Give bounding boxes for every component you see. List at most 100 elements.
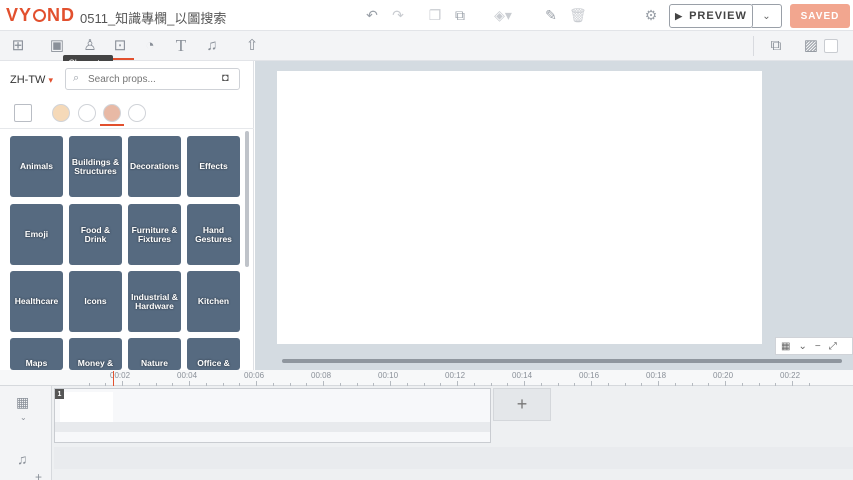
ruler-tick: [306, 383, 308, 386]
text-icon[interactable]: T: [172, 37, 190, 55]
preview-button[interactable]: ▶ PREVIEW: [669, 4, 753, 28]
copy-icon[interactable]: ❐: [427, 7, 443, 23]
category-furniture[interactable]: Furniture & Fixtures: [128, 204, 181, 265]
ruler-tick: [641, 383, 643, 386]
category-emoji[interactable]: Emoji: [10, 204, 63, 265]
scene-icon[interactable]: ⊞: [9, 37, 27, 55]
ruler-tick: [775, 383, 777, 386]
fit-icon[interactable]: ⤢: [829, 341, 837, 352]
time-tick-label: 00:12: [445, 371, 466, 380]
ruler-tick: [758, 383, 760, 386]
language-select[interactable]: ZH-TW ▾: [10, 74, 53, 86]
scene-clip[interactable]: [54, 388, 491, 443]
project-title[interactable]: 0511_知識專欄_以圖搜索: [80, 8, 226, 27]
layers-icon[interactable]: ◈▾: [490, 7, 516, 23]
scene-canvas[interactable]: [277, 71, 762, 344]
paste-icon[interactable]: ⧉: [452, 7, 468, 23]
category-maps[interactable]: Maps: [10, 338, 63, 370]
style-business-icon[interactable]: [103, 104, 121, 122]
playhead[interactable]: [113, 371, 114, 386]
image-icon[interactable]: ▨: [802, 37, 820, 55]
ruler-tick: [105, 383, 107, 386]
ruler-tick: [239, 383, 241, 386]
language-label: ZH-TW: [10, 74, 46, 86]
grid-icon[interactable]: ▦: [781, 341, 790, 352]
template-icon[interactable]: ▣: [48, 37, 66, 55]
upload-icon[interactable]: ⇧: [243, 37, 261, 55]
time-tick-label: 00:22: [780, 371, 801, 380]
ruler-tick: [423, 383, 425, 386]
settings-icon[interactable]: ⚙: [643, 7, 659, 23]
time-tick-label: 00:20: [713, 371, 734, 380]
saved-button[interactable]: SAVED: [790, 4, 850, 28]
category-hand-gestures[interactable]: Hand Gestures: [187, 204, 240, 265]
style-contemporary-icon[interactable]: [52, 104, 70, 122]
time-tick-label: 00:18: [646, 371, 667, 380]
undo-icon[interactable]: ↶: [364, 7, 380, 23]
category-office[interactable]: Office &: [187, 338, 240, 370]
search-input[interactable]: [88, 74, 218, 85]
scene-thumbnail: [60, 392, 113, 422]
chevron-down-icon: ▾: [48, 75, 53, 85]
add-track-icon[interactable]: +: [35, 470, 42, 480]
category-buildings[interactable]: Buildings & Structures: [69, 136, 122, 197]
ruler-tick: [155, 383, 157, 386]
ruler-tick: [691, 383, 693, 386]
ruler-tick: [708, 383, 710, 386]
charts-icon[interactable]: ◔: [141, 37, 159, 55]
stage-scrollbar[interactable]: [282, 359, 842, 363]
camera-icon[interactable]: ◘: [222, 72, 229, 84]
category-nature[interactable]: Nature: [128, 338, 181, 370]
layout-icon[interactable]: ⧉: [767, 37, 785, 55]
category-healthcare[interactable]: Healthcare: [10, 271, 63, 332]
chevron-down-icon[interactable]: ⌄: [20, 413, 27, 422]
audio-icon[interactable]: ♫: [203, 37, 221, 55]
ruler-tick: [356, 383, 358, 386]
ruler-tick: [222, 383, 224, 386]
category-money[interactable]: Money &: [69, 338, 122, 370]
ruler-tick: [406, 383, 408, 386]
style-whiteboard-icon[interactable]: [78, 104, 96, 122]
search-icon: ⌕: [73, 72, 80, 84]
category-icons[interactable]: Icons: [69, 271, 122, 332]
style-outline-icon[interactable]: [128, 104, 146, 122]
redo-icon[interactable]: ↷: [390, 7, 406, 23]
props-icon[interactable]: ⊡: [111, 37, 129, 55]
category-industrial[interactable]: Industrial & Hardware: [128, 271, 181, 332]
zoom-controls[interactable]: ▦ ⌄ − ⤢: [775, 337, 853, 355]
scene-number: 1: [55, 389, 64, 399]
category-food-drink[interactable]: Food & Drink: [69, 204, 122, 265]
category-decorations[interactable]: Decorations: [128, 136, 181, 197]
zoom-out-icon[interactable]: −: [815, 341, 821, 352]
panel-scrollbar[interactable]: [245, 131, 249, 267]
add-scene-button[interactable]: +: [493, 388, 551, 421]
ruler-tick: [540, 383, 542, 386]
character-icon[interactable]: ♙: [81, 37, 99, 55]
chevron-down-icon: ⌄: [762, 10, 771, 22]
ruler-tick: [189, 381, 190, 386]
ruler-tick: [272, 383, 274, 386]
ruler-tick: [289, 383, 291, 386]
ruler-tick: [574, 383, 576, 386]
ruler-tick: [524, 381, 525, 386]
preview-options-button[interactable]: ⌄: [752, 4, 782, 28]
divider: [0, 128, 254, 129]
chevron-down-icon[interactable]: ⌄: [798, 341, 806, 352]
vyond-logo[interactable]: VY ND: [6, 5, 75, 26]
ruler-tick: [591, 381, 592, 386]
ruler-tick: [473, 383, 475, 386]
audio-track[interactable]: [54, 447, 853, 469]
category-kitchen[interactable]: Kitchen: [187, 271, 240, 332]
all-styles-icon[interactable]: [14, 104, 32, 122]
scene-duration-bar[interactable]: [55, 422, 490, 432]
background-color-swatch[interactable]: [824, 39, 838, 53]
ruler-tick: [457, 381, 458, 386]
ruler-tick: [256, 381, 257, 386]
ruler-tick: [138, 383, 140, 386]
ruler-tick: [607, 383, 609, 386]
ruler-tick: [122, 381, 123, 386]
category-animals[interactable]: Animals: [10, 136, 63, 197]
brush-icon[interactable]: ✎: [543, 7, 559, 23]
trash-icon[interactable]: 🗑: [569, 7, 587, 23]
category-effects[interactable]: Effects: [187, 136, 240, 197]
